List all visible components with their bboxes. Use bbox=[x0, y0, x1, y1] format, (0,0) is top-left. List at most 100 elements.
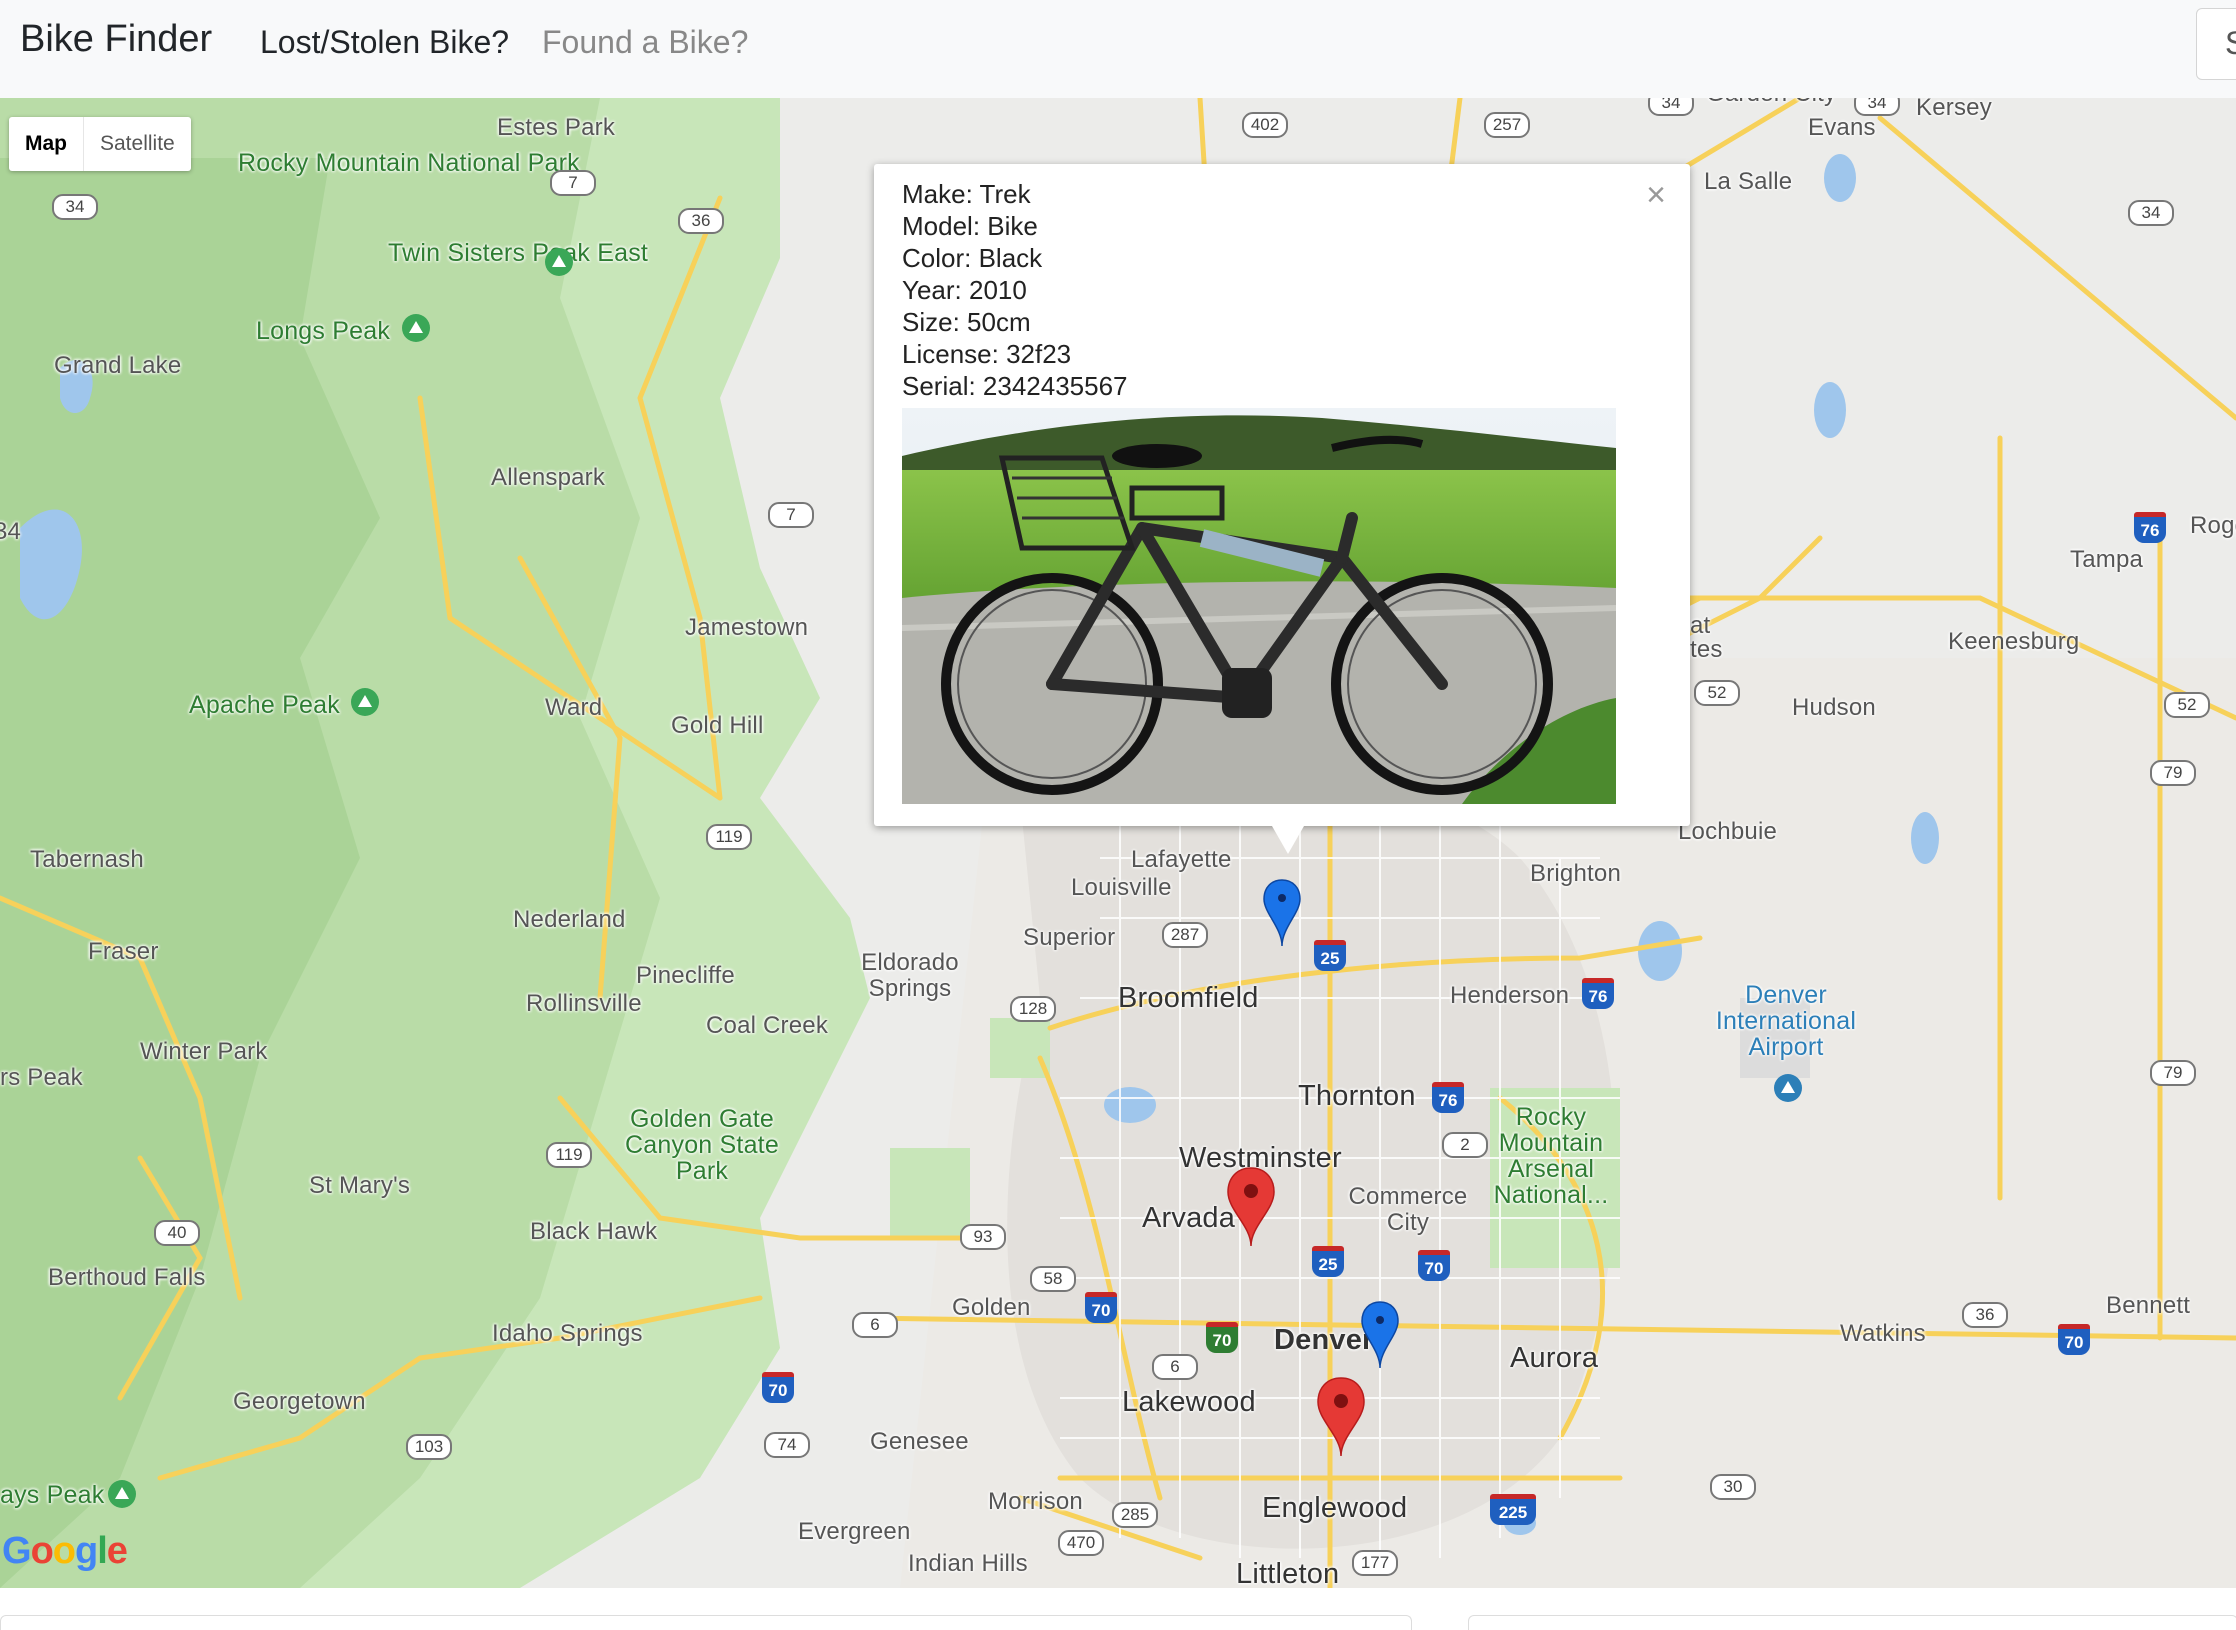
place-label: La Salle bbox=[1704, 168, 1793, 195]
peak-icon bbox=[545, 248, 573, 276]
place-label: Arvada bbox=[1142, 1202, 1236, 1234]
place-label: Denver International Airport bbox=[1715, 981, 1857, 1061]
place-label: Hudson bbox=[1792, 694, 1876, 721]
interstate-shield: 70 bbox=[762, 1372, 794, 1403]
place-label: Apache Peak bbox=[189, 691, 340, 719]
interstate-shield: 70 bbox=[1206, 1322, 1238, 1353]
route-shield: 52 bbox=[2164, 692, 2210, 718]
place-label: ays Peak bbox=[0, 1481, 105, 1509]
bike-photo bbox=[902, 408, 1616, 804]
place-label: Golden bbox=[952, 1294, 1031, 1321]
bike-color: Color: Black bbox=[902, 243, 1043, 273]
place-label: rs Peak bbox=[0, 1064, 83, 1091]
bike-info-window: × Make: Trek Model: Bike Color: Black Ye… bbox=[874, 164, 1690, 854]
place-label: Rocky Mountain National Park bbox=[238, 150, 580, 176]
lost-bike-pin[interactable] bbox=[1316, 1376, 1366, 1458]
place-label: Rocky Mountain Arsenal National... bbox=[1493, 1103, 1609, 1209]
place-label: Garden City bbox=[1706, 98, 1836, 108]
place-label: St Mary's bbox=[309, 1172, 411, 1199]
route-shield: 34 bbox=[52, 194, 98, 220]
route-shield: 128 bbox=[1010, 996, 1056, 1022]
place-label: Eldorado Springs bbox=[861, 949, 959, 1002]
map-canvas[interactable]: Map Satellite Estes Park Rocky Mountain … bbox=[0, 98, 2236, 1588]
route-shield: 58 bbox=[1030, 1266, 1076, 1292]
place-label: Lochbuie bbox=[1678, 818, 1778, 845]
place-label: Rogg bbox=[2190, 512, 2236, 539]
route-shield: 36 bbox=[1962, 1302, 2008, 1328]
route-shield: 40 bbox=[154, 1220, 200, 1246]
google-logo: Google bbox=[2, 1530, 128, 1572]
route-shield: 34 bbox=[1854, 98, 1900, 116]
nav-lost-stolen-link[interactable]: Lost/Stolen Bike? bbox=[260, 24, 509, 61]
map-type-satellite-button[interactable]: Satellite bbox=[83, 117, 191, 171]
bike-model: Model: Bike bbox=[902, 211, 1038, 241]
bike-serial: Serial: 2342435567 bbox=[902, 371, 1128, 401]
route-shield: 36 bbox=[678, 208, 724, 234]
place-label: Tabernash bbox=[30, 846, 144, 873]
place-label: Gold Hill bbox=[671, 712, 764, 739]
route-shield: 74 bbox=[764, 1432, 810, 1458]
route-shield: 119 bbox=[706, 824, 752, 850]
interstate-shield: 25 bbox=[1312, 1246, 1344, 1277]
found-bike-pin[interactable] bbox=[1360, 1300, 1400, 1370]
route-shield: 30 bbox=[1710, 1474, 1756, 1500]
route-shield: 470 bbox=[1058, 1530, 1104, 1556]
place-label: Lakewood bbox=[1122, 1386, 1256, 1418]
place-label: Twin Sisters Peak East bbox=[388, 239, 649, 267]
route-shield: 103 bbox=[406, 1434, 452, 1460]
interstate-shield: 76 bbox=[1432, 1082, 1464, 1113]
interstate-shield: 76 bbox=[1582, 978, 1614, 1009]
search-input[interactable]: S bbox=[2196, 8, 2236, 80]
found-bike-pin[interactable] bbox=[1262, 878, 1302, 948]
route-shield: 6 bbox=[1152, 1354, 1198, 1380]
place-label: Evergreen bbox=[798, 1518, 911, 1545]
route-shield: 7 bbox=[550, 170, 596, 196]
place-label: Aurora bbox=[1510, 1342, 1599, 1374]
place-label: Nederland bbox=[513, 906, 626, 933]
nav-found-link[interactable]: Found a Bike? bbox=[542, 24, 748, 61]
place-label: Fraser bbox=[88, 938, 159, 965]
place-label: Henderson bbox=[1450, 982, 1570, 1009]
bike-license: License: 32f23 bbox=[902, 339, 1072, 369]
place-label: Estes Park bbox=[497, 114, 616, 141]
interstate-shield: 25 bbox=[1314, 940, 1346, 971]
route-shield: 2 bbox=[1442, 1132, 1488, 1158]
place-label: Coal Creek bbox=[706, 1012, 829, 1039]
route-shield: 34 bbox=[1648, 98, 1694, 116]
lost-bike-pin[interactable] bbox=[1226, 1166, 1276, 1248]
route-shield: 287 bbox=[1162, 922, 1208, 948]
interstate-shield: 70 bbox=[1085, 1292, 1117, 1323]
place-label: Watkins bbox=[1840, 1320, 1926, 1347]
bike-make: Make: Trek bbox=[902, 179, 1031, 209]
route-shield: 6 bbox=[852, 1312, 898, 1338]
peak-icon bbox=[402, 314, 430, 342]
place-label: Golden Gate Canyon State Park bbox=[625, 1105, 779, 1185]
place-label: Thornton bbox=[1298, 1080, 1416, 1112]
route-shield: 79 bbox=[2150, 1060, 2196, 1086]
place-label: Jamestown bbox=[685, 614, 809, 641]
place-label: Lafayette bbox=[1131, 846, 1232, 873]
place-label: Black Hawk bbox=[530, 1218, 658, 1245]
close-icon[interactable]: × bbox=[1646, 176, 1666, 215]
bike-details: Make: Trek Model: Bike Color: Black Year… bbox=[902, 178, 1128, 402]
route-shield: 52 bbox=[1694, 680, 1740, 706]
peak-icon bbox=[351, 688, 379, 716]
place-label: Morrison bbox=[988, 1488, 1083, 1515]
brand-link[interactable]: Bike Finder bbox=[20, 18, 212, 61]
interstate-shield: 225 bbox=[1490, 1494, 1536, 1525]
route-shield: 93 bbox=[960, 1224, 1006, 1250]
place-label: Evans bbox=[1808, 114, 1876, 141]
place-label: Genesee bbox=[870, 1428, 969, 1455]
place-label: Longs Peak bbox=[256, 317, 391, 345]
place-label: tes bbox=[1690, 636, 1723, 663]
card bbox=[1468, 1615, 2236, 1630]
place-label: Ward bbox=[545, 694, 603, 721]
place-label: Superior bbox=[1023, 924, 1116, 951]
place-label: Kersey bbox=[1916, 98, 1992, 121]
place-label: Georgetown bbox=[233, 1388, 366, 1415]
place-label: Brighton bbox=[1530, 860, 1621, 887]
route-shield: 402 bbox=[1242, 112, 1288, 138]
bike-year: Year: 2010 bbox=[902, 275, 1027, 305]
place-label: Littleton bbox=[1236, 1558, 1340, 1588]
map-type-map-button[interactable]: Map bbox=[9, 117, 83, 171]
